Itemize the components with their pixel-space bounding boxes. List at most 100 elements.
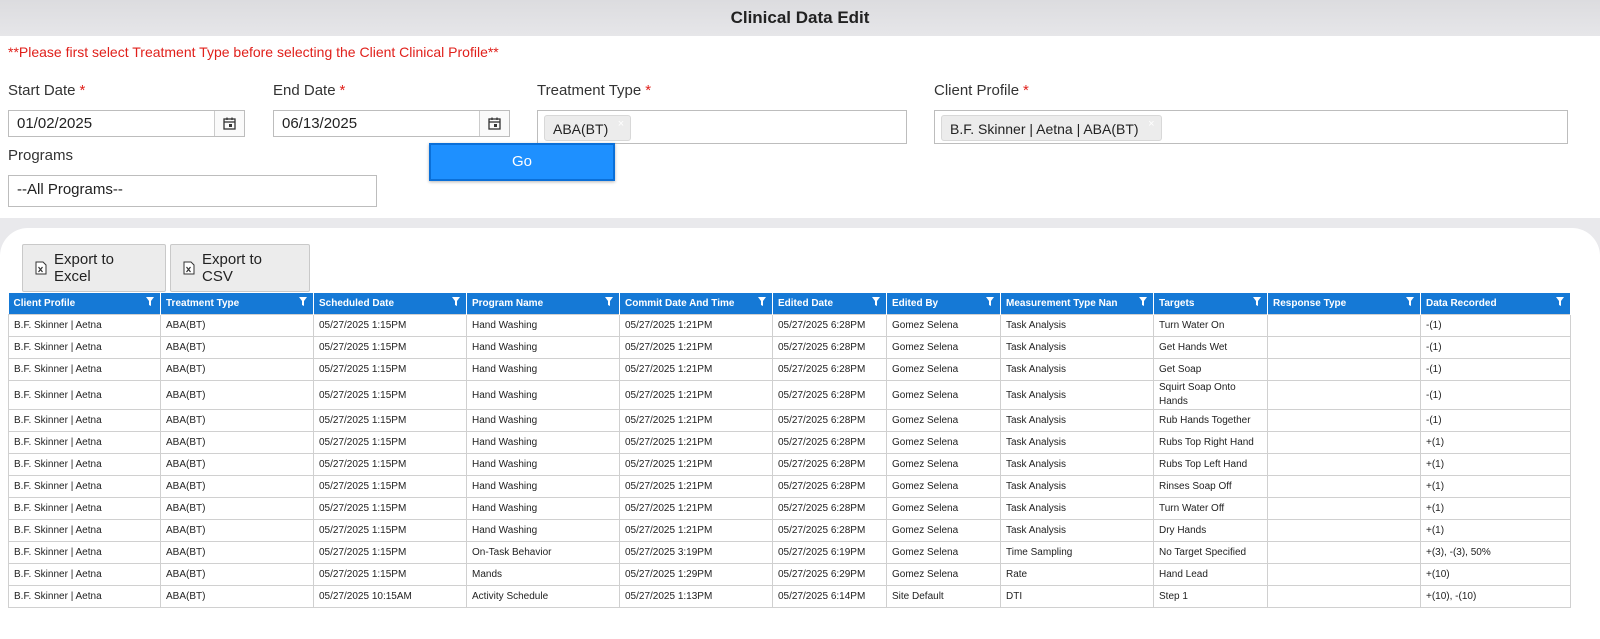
- table-cell: 05/27/2025 1:21PM: [619, 380, 773, 410]
- remove-tag-icon[interactable]: ×: [618, 111, 624, 137]
- filter-icon[interactable]: [452, 297, 460, 309]
- table-row[interactable]: B.F. Skinner | Aetna ABA(BT) 05/27/2025 1:…: [8, 563, 1571, 586]
- table-cell: B.F. Skinner | Aetna: [8, 380, 161, 410]
- table-cell: DTI: [1000, 585, 1154, 608]
- table-cell: [1267, 380, 1421, 410]
- filter-icon[interactable]: [1556, 297, 1564, 309]
- table-row[interactable]: B.F. Skinner | Aetna ABA(BT) 05/27/2025 1:…: [8, 336, 1571, 359]
- column-header[interactable]: Scheduled Date: [313, 293, 467, 315]
- table-row[interactable]: B.F. Skinner | Aetna ABA(BT) 05/27/2025 1:…: [8, 380, 1571, 410]
- treatment-type-multiselect[interactable]: ABA(BT) ×: [537, 110, 907, 144]
- filter-icon[interactable]: [986, 297, 994, 309]
- table-row[interactable]: B.F. Skinner | Aetna ABA(BT) 05/27/2025 1:…: [8, 475, 1571, 498]
- table-row[interactable]: B.F. Skinner | Aetna ABA(BT) 05/27/2025 1:…: [8, 541, 1571, 564]
- table-cell: 05/27/2025 1:15PM: [313, 475, 467, 498]
- table-cell: 05/27/2025 6:28PM: [772, 358, 887, 381]
- table-row[interactable]: B.F. Skinner | Aetna ABA(BT) 05/27/2025 1:…: [8, 314, 1571, 337]
- table-cell: Task Analysis: [1000, 453, 1154, 476]
- table-cell: -(1): [1420, 380, 1571, 410]
- start-date-label: Start Date *: [8, 82, 86, 99]
- export-csv-button[interactable]: Export to CSV: [170, 244, 310, 292]
- table-cell: B.F. Skinner | Aetna: [8, 475, 161, 498]
- table-cell: B.F. Skinner | Aetna: [8, 497, 161, 520]
- table-row[interactable]: B.F. Skinner | Aetna ABA(BT) 05/27/2025 1:…: [8, 409, 1571, 432]
- filter-panel: **Please first select Treatment Type bef…: [0, 36, 1600, 218]
- table-cell: Gomez Selena: [886, 314, 1001, 337]
- table-cell: +(1): [1420, 453, 1571, 476]
- table-cell: Get Hands Wet: [1153, 336, 1268, 359]
- table-cell: ABA(BT): [160, 358, 314, 381]
- export-excel-button[interactable]: Export to Excel: [22, 244, 166, 292]
- table-cell: -(1): [1420, 336, 1571, 359]
- filter-icon[interactable]: [299, 297, 307, 309]
- filter-icon[interactable]: [1253, 297, 1261, 309]
- table-cell: Rubs Top Left Hand: [1153, 453, 1268, 476]
- filter-icon[interactable]: [872, 297, 880, 309]
- filter-icon[interactable]: [1406, 297, 1414, 309]
- table-cell: Hand Washing: [466, 431, 620, 454]
- table-cell: Squirt Soap Onto Hands: [1153, 380, 1268, 410]
- table-cell: Hand Washing: [466, 358, 620, 381]
- programs-select[interactable]: --All Programs--: [8, 175, 377, 207]
- table-row[interactable]: B.F. Skinner | Aetna ABA(BT) 05/27/2025 1:…: [8, 497, 1571, 520]
- table-row[interactable]: B.F. Skinner | Aetna ABA(BT) 05/27/2025 1:…: [8, 431, 1571, 454]
- table-cell: 05/27/2025 1:21PM: [619, 314, 773, 337]
- column-header[interactable]: Data Recorded: [1420, 293, 1571, 315]
- table-cell: 05/27/2025 1:15PM: [313, 541, 467, 564]
- column-header[interactable]: Response Type: [1267, 293, 1421, 315]
- go-button[interactable]: Go: [429, 143, 615, 181]
- table-cell: +(1): [1420, 497, 1571, 520]
- remove-tag-icon[interactable]: ×: [1148, 111, 1154, 137]
- table-cell: [1267, 519, 1421, 542]
- table-cell: B.F. Skinner | Aetna: [8, 519, 161, 542]
- table-cell: Gomez Selena: [886, 380, 1001, 410]
- table-cell: Rubs Top Right Hand: [1153, 431, 1268, 454]
- table-cell: 05/27/2025 6:28PM: [772, 475, 887, 498]
- filter-icon[interactable]: [758, 297, 766, 309]
- table-cell: Get Soap: [1153, 358, 1268, 381]
- filter-icon[interactable]: [1139, 297, 1147, 309]
- table-cell: 05/27/2025 6:28PM: [772, 409, 887, 432]
- table-row[interactable]: B.F. Skinner | Aetna ABA(BT) 05/27/2025 1:…: [8, 358, 1571, 381]
- table-cell: Site Default: [886, 585, 1001, 608]
- column-header[interactable]: Measurement Type Nan: [1000, 293, 1154, 315]
- table-cell: +(1): [1420, 475, 1571, 498]
- table-cell: 05/27/2025 6:28PM: [772, 336, 887, 359]
- calendar-icon[interactable]: [479, 111, 509, 136]
- column-header[interactable]: Treatment Type: [160, 293, 314, 315]
- table-cell: Task Analysis: [1000, 409, 1154, 432]
- filter-icon[interactable]: [146, 297, 154, 309]
- filter-icon[interactable]: [605, 297, 613, 309]
- table-cell: 05/27/2025 1:15PM: [313, 453, 467, 476]
- column-header[interactable]: Program Name: [466, 293, 620, 315]
- table-cell: 05/27/2025 1:21PM: [619, 431, 773, 454]
- table-cell: Hand Washing: [466, 453, 620, 476]
- column-header[interactable]: Client Profile: [8, 293, 161, 315]
- table-cell: Task Analysis: [1000, 358, 1154, 381]
- table-cell: 05/27/2025 6:14PM: [772, 585, 887, 608]
- start-date-input[interactable]: 01/02/2025: [8, 110, 245, 137]
- table-cell: B.F. Skinner | Aetna: [8, 541, 161, 564]
- table-cell: [1267, 409, 1421, 432]
- table-cell: Gomez Selena: [886, 541, 1001, 564]
- table-cell: [1267, 453, 1421, 476]
- table-cell: Turn Water Off: [1153, 497, 1268, 520]
- client-profile-tag: B.F. Skinner | Aetna | ABA(BT) ×: [941, 115, 1162, 141]
- column-header[interactable]: Edited Date: [772, 293, 887, 315]
- end-date-input[interactable]: 06/13/2025: [273, 110, 510, 137]
- table-cell: Hand Lead: [1153, 563, 1268, 586]
- required-mark: *: [645, 82, 652, 99]
- warning-message: **Please first select Treatment Type bef…: [8, 44, 499, 60]
- table-cell: B.F. Skinner | Aetna: [8, 453, 161, 476]
- table-cell: B.F. Skinner | Aetna: [8, 585, 161, 608]
- column-header[interactable]: Targets: [1153, 293, 1268, 315]
- table-cell: 05/27/2025 1:13PM: [619, 585, 773, 608]
- column-header[interactable]: Commit Date And Time: [619, 293, 773, 315]
- column-header[interactable]: Edited By: [886, 293, 1001, 315]
- client-profile-multiselect[interactable]: B.F. Skinner | Aetna | ABA(BT) ×: [934, 110, 1568, 144]
- calendar-icon[interactable]: [214, 111, 244, 136]
- table-row[interactable]: B.F. Skinner | Aetna ABA(BT) 05/27/2025 10…: [8, 585, 1571, 608]
- table-row[interactable]: B.F. Skinner | Aetna ABA(BT) 05/27/2025 1:…: [8, 519, 1571, 542]
- table-cell: 05/27/2025 1:21PM: [619, 497, 773, 520]
- table-row[interactable]: B.F. Skinner | Aetna ABA(BT) 05/27/2025 1:…: [8, 453, 1571, 476]
